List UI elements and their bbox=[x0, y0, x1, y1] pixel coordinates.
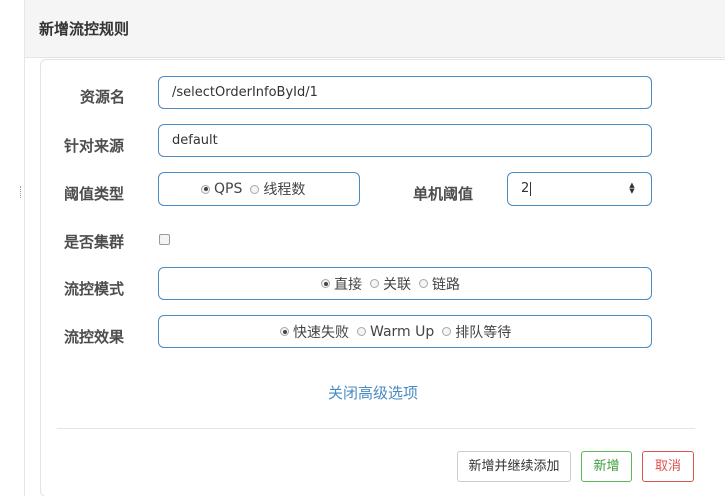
up-down-arrows-icon[interactable]: ▲ ▼ bbox=[627, 182, 637, 196]
threshold-type-option-threads[interactable]: 线程数 bbox=[250, 179, 305, 199]
radio-unselected-icon bbox=[419, 279, 428, 288]
flow-mode-label: 流控模式 bbox=[64, 280, 125, 298]
resource-input[interactable]: /selectOrderInfoById/1 bbox=[158, 76, 652, 109]
source-label: 针对来源 bbox=[64, 137, 125, 155]
radio-unselected-icon bbox=[442, 327, 452, 336]
resize-handle[interactable] bbox=[20, 186, 24, 198]
source-value: default bbox=[172, 133, 218, 148]
radio-unselected-icon bbox=[250, 184, 260, 194]
threshold-type-label: 阈值类型 bbox=[64, 185, 125, 203]
threshold-type-option-label: QPS bbox=[214, 181, 243, 197]
flow-effect-option-warm-up[interactable]: Warm Up bbox=[357, 324, 434, 340]
cluster-checkbox[interactable] bbox=[159, 234, 170, 245]
page: 新增流控规则 资源名 /selectOrderInfoById/1 针对来源 d… bbox=[0, 0, 725, 496]
radio-unselected-icon bbox=[370, 279, 379, 288]
threshold-type-option-qps[interactable]: QPS bbox=[201, 181, 242, 197]
add-and-continue-button[interactable]: 新增并继续添加 bbox=[457, 451, 571, 482]
flow-effect-label: 流控效果 bbox=[64, 328, 125, 346]
threshold-type-option-label: 线程数 bbox=[263, 182, 306, 198]
text-caret bbox=[530, 181, 532, 196]
resource-value: /selectOrderInfoById/1 bbox=[172, 85, 318, 100]
radio-selected-icon bbox=[280, 327, 289, 336]
dialog-title: 新增流控规则 bbox=[39, 20, 130, 38]
resource-label: 资源名 bbox=[80, 88, 126, 106]
close-advanced-options-link[interactable]: 关闭高级选项 bbox=[328, 382, 418, 403]
flow-mode-option-related[interactable]: 关联 bbox=[370, 274, 411, 294]
single-threshold-value: 2 bbox=[521, 181, 530, 196]
flow-effect-options: 快速失败 Warm Up 排队等待 bbox=[280, 316, 511, 347]
flow-mode-options: 直接 关联 链路 bbox=[321, 268, 460, 299]
footer-divider bbox=[57, 428, 695, 429]
radio-selected-icon bbox=[201, 184, 210, 194]
radio-unselected-icon bbox=[357, 327, 366, 336]
flow-effect-group: 快速失败 Warm Up 排队等待 bbox=[158, 315, 652, 348]
add-button[interactable]: 新增 bbox=[581, 451, 632, 482]
source-input[interactable]: default bbox=[158, 124, 652, 157]
single-threshold-input[interactable]: 2 ▲ ▼ bbox=[507, 172, 652, 206]
flow-mode-option-label: 关联 bbox=[383, 276, 411, 293]
single-threshold-label: 单机阈值 bbox=[413, 185, 474, 203]
threshold-type-options: QPS 线程数 bbox=[201, 173, 305, 205]
flow-mode-option-chain[interactable]: 链路 bbox=[419, 274, 460, 294]
flow-effect-option-label: Warm Up bbox=[370, 323, 435, 340]
left-edge-panel bbox=[0, 0, 25, 496]
cancel-button[interactable]: 取消 bbox=[642, 451, 694, 482]
dialog-header: 新增流控规则 bbox=[25, 0, 725, 58]
flow-effect-option-label: 快速失败 bbox=[293, 324, 349, 341]
flow-mode-group: 直接 关联 链路 bbox=[158, 267, 652, 300]
flow-effect-option-fail-fast[interactable]: 快速失败 bbox=[280, 322, 349, 342]
radio-selected-icon bbox=[321, 279, 330, 288]
threshold-type-group: QPS 线程数 bbox=[158, 172, 360, 206]
cluster-label: 是否集群 bbox=[64, 233, 125, 251]
flow-mode-option-direct[interactable]: 直接 bbox=[321, 274, 362, 294]
flow-effect-option-queue[interactable]: 排队等待 bbox=[442, 322, 511, 342]
flow-mode-option-label: 链路 bbox=[432, 276, 460, 293]
flow-effect-option-label: 排队等待 bbox=[455, 324, 512, 341]
flow-mode-option-label: 直接 bbox=[334, 276, 362, 293]
